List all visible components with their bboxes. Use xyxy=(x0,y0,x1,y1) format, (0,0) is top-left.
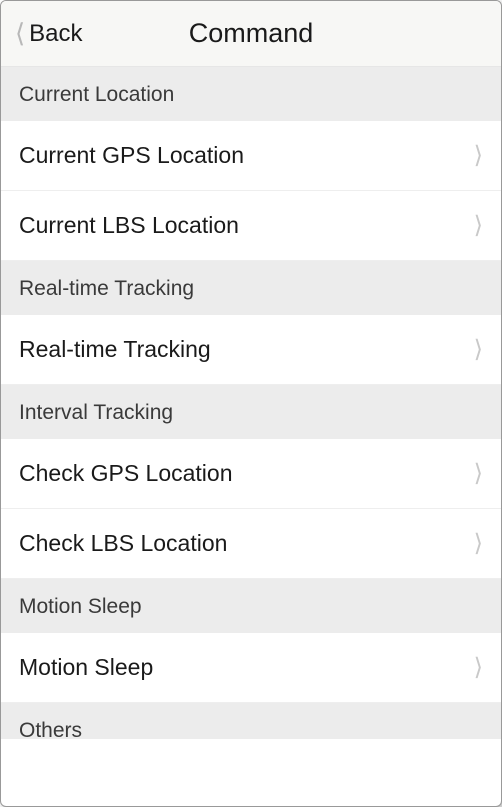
back-button[interactable]: ⟨ Back xyxy=(15,18,83,49)
back-label: Back xyxy=(29,20,82,48)
chevron-left-icon: ⟨ xyxy=(15,18,25,49)
chevron-right-icon: ⟩ xyxy=(474,211,483,240)
chevron-right-icon: ⟩ xyxy=(474,653,483,682)
list-item-label: Real-time Tracking xyxy=(19,336,211,363)
list-item-label: Check LBS Location xyxy=(19,530,227,557)
chevron-right-icon: ⟩ xyxy=(474,529,483,558)
section-header-interval-tracking: Interval Tracking xyxy=(1,385,501,439)
list-item-label: Current LBS Location xyxy=(19,212,239,239)
list-item-label: Check GPS Location xyxy=(19,460,233,487)
header-bar: ⟨ Back Command xyxy=(1,1,501,67)
chevron-right-icon: ⟩ xyxy=(474,459,483,488)
list-item-label: Current GPS Location xyxy=(19,142,244,169)
chevron-right-icon: ⟩ xyxy=(474,335,483,364)
section-header-current-location: Current Location xyxy=(1,67,501,121)
chevron-right-icon: ⟩ xyxy=(474,141,483,170)
content-list: Current Location Current GPS Location ⟩ … xyxy=(1,67,501,806)
item-motion-sleep[interactable]: Motion Sleep ⟩ xyxy=(1,633,501,703)
item-current-lbs-location[interactable]: Current LBS Location ⟩ xyxy=(1,191,501,261)
section-header-realtime-tracking: Real-time Tracking xyxy=(1,261,501,315)
item-realtime-tracking[interactable]: Real-time Tracking ⟩ xyxy=(1,315,501,385)
item-check-lbs-location[interactable]: Check LBS Location ⟩ xyxy=(1,509,501,579)
list-item-label: Motion Sleep xyxy=(19,654,153,681)
item-check-gps-location[interactable]: Check GPS Location ⟩ xyxy=(1,439,501,509)
section-header-motion-sleep: Motion Sleep xyxy=(1,579,501,633)
app-frame: ⟨ Back Command Current Location Current … xyxy=(0,0,502,807)
item-current-gps-location[interactable]: Current GPS Location ⟩ xyxy=(1,121,501,191)
section-header-others: Others xyxy=(1,703,501,739)
